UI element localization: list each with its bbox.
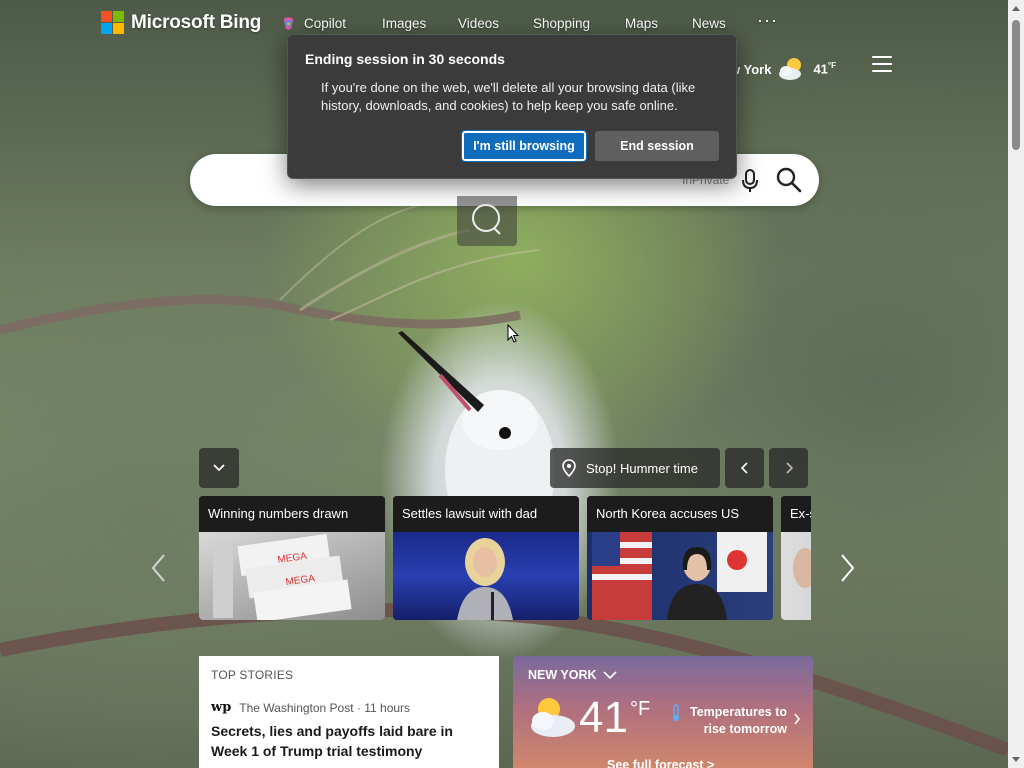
weather-unit: °F [629, 698, 651, 720]
thermometer-icon [673, 704, 679, 721]
copilot-icon [283, 17, 294, 30]
news-card-image [781, 532, 811, 620]
mouse-cursor-icon [507, 324, 520, 343]
dialog-message: If you're done on the web, we'll delete … [321, 80, 696, 113]
session-ending-dialog: Ending session in 30 seconds If you're d… [287, 34, 737, 179]
still-browsing-button[interactable]: I'm still browsing [461, 130, 587, 162]
see-full-forecast-link[interactable]: See full forecast > [607, 758, 714, 768]
story-source: wp The Washington Post · 11 hours [211, 700, 487, 715]
weather-trend[interactable]: Temperatures to rise tomorrow [671, 704, 801, 738]
image-title-text: Stop! Hummer time [586, 460, 698, 476]
weather-current: 41 °F [527, 694, 650, 742]
news-card[interactable]: Ex-s [781, 496, 811, 620]
top-stories-card[interactable]: TOP STORIES wp The Washington Post · 11 … [199, 656, 499, 768]
visual-search-button[interactable] [457, 196, 517, 246]
brand-name: Microsoft Bing [131, 11, 262, 33]
nav-videos[interactable]: Videos [458, 16, 499, 31]
weather-card[interactable]: NEW YORK 41 °F Temperatures to rise tomo… [513, 656, 813, 768]
nav-images[interactable]: Images [382, 16, 426, 31]
news-card-title: Ex-s [781, 496, 811, 532]
weather-city-label: NEW YORK [528, 668, 597, 682]
microphone-icon[interactable] [740, 168, 760, 194]
next-image-button[interactable] [769, 448, 808, 488]
scroll-up-arrow-icon[interactable] [1012, 6, 1020, 11]
nav-more-button[interactable]: ··· [757, 10, 778, 31]
microsoft-logo-icon [101, 11, 124, 34]
news-card[interactable]: North Korea accuses US [587, 496, 773, 620]
chevron-down-icon [602, 670, 617, 679]
chevron-left-icon [740, 462, 748, 474]
carousel-left-arrow-icon[interactable] [150, 552, 168, 584]
news-card-image [587, 532, 773, 620]
top-stories-label: TOP STORIES [211, 668, 294, 682]
collapse-button[interactable] [199, 448, 239, 488]
menu-hamburger-icon[interactable] [872, 56, 892, 72]
nav-shopping[interactable]: Shopping [533, 16, 590, 31]
partly-cloudy-icon [531, 698, 575, 737]
news-card-title: Settles lawsuit with dad [393, 496, 579, 532]
previous-image-button[interactable] [725, 448, 764, 488]
source-text: The Washington Post · 11 hours [239, 700, 411, 715]
nav-news[interactable]: News [692, 16, 726, 31]
scrollbar-thumb[interactable] [1012, 20, 1020, 150]
weather-temp: 41 [579, 693, 628, 742]
vertical-scrollbar[interactable] [1008, 0, 1024, 768]
chevron-right-icon [785, 462, 793, 474]
header-weather[interactable]: w York 41°F [730, 56, 836, 82]
nav-maps[interactable]: Maps [625, 16, 658, 31]
scroll-down-arrow-icon[interactable] [1012, 757, 1020, 762]
news-carousel: Winning numbers drawn MEGA MEGA Settles … [199, 496, 811, 620]
news-card[interactable]: Settles lawsuit with dad [393, 496, 579, 620]
story-headline[interactable]: Secrets, lies and payoffs laid bare in W… [211, 721, 487, 761]
chevron-right-icon [794, 713, 800, 725]
header-weather-temp: 41°F [813, 61, 836, 77]
news-card[interactable]: Winning numbers drawn MEGA MEGA [199, 496, 385, 620]
search-icon[interactable] [776, 167, 802, 193]
end-session-button[interactable]: End session [595, 131, 719, 161]
news-card-title: North Korea accuses US [587, 496, 773, 532]
source-logo: wp [211, 700, 232, 715]
bing-logo[interactable]: Microsoft Bing [101, 11, 261, 34]
visual-search-icon [472, 204, 501, 235]
location-pin-icon [562, 459, 576, 477]
dialog-title: Ending session in 30 seconds [305, 51, 505, 67]
news-card-title: Winning numbers drawn [199, 496, 385, 532]
carousel-right-arrow-icon[interactable] [838, 552, 856, 584]
nav-copilot[interactable]: Copilot [281, 16, 346, 31]
image-of-the-day-title[interactable]: Stop! Hummer time [550, 448, 720, 488]
chevron-down-icon [213, 464, 225, 472]
partly-cloudy-icon [779, 58, 802, 80]
news-card-image: MEGA MEGA [199, 532, 385, 620]
weather-trend-text: Temperatures to rise tomorrow [689, 705, 787, 736]
nav-copilot-label: Copilot [304, 16, 347, 31]
weather-city-selector[interactable]: NEW YORK [528, 668, 798, 682]
news-card-image [393, 532, 579, 620]
